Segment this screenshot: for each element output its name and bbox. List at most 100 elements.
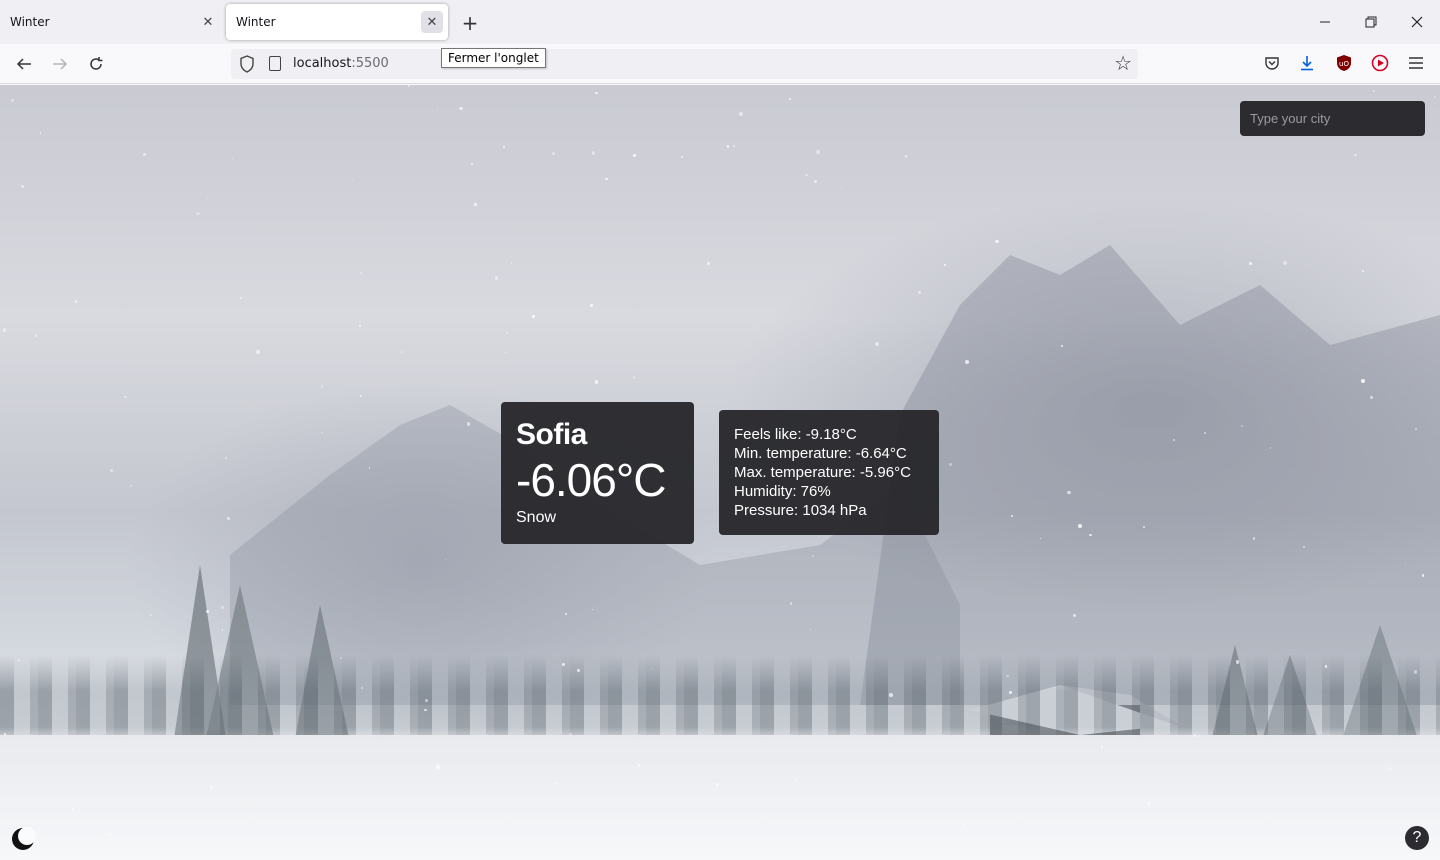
minimize-icon	[1320, 21, 1330, 23]
snowflake	[1248, 261, 1252, 265]
snowflake	[874, 341, 879, 346]
theme-toggle-button[interactable]	[11, 827, 36, 851]
close-icon[interactable]: ✕	[197, 11, 219, 33]
snowflake	[1324, 665, 1327, 668]
snowflake	[1009, 691, 1012, 694]
snowflake	[221, 629, 223, 631]
star-icon[interactable]: ☆	[1114, 51, 1132, 75]
snowflake	[738, 112, 743, 116]
snowflake	[240, 297, 242, 299]
snowflake	[474, 203, 478, 206]
current-temperature: -6.06°C	[516, 454, 666, 506]
tab-title: Winter	[236, 15, 276, 29]
snowflake	[1361, 379, 1365, 384]
snowflake	[407, 85, 410, 88]
pocket-icon[interactable]	[1262, 53, 1282, 73]
snowflake	[944, 264, 946, 266]
weather-details-card: Feels like: -9.18°C Min. temperature: -6…	[719, 410, 939, 535]
snowflake	[18, 659, 20, 662]
snowflake	[1192, 734, 1196, 737]
snowflake	[1100, 745, 1103, 748]
snowflake	[320, 385, 323, 388]
forward-button[interactable]	[46, 50, 74, 78]
restore-button[interactable]	[1348, 0, 1394, 44]
hamburger-menu-icon[interactable]	[1406, 53, 1426, 73]
snowflake	[1240, 424, 1243, 428]
snowflake	[108, 834, 111, 837]
snowflake	[1252, 537, 1255, 540]
download-icon[interactable]	[1297, 53, 1317, 73]
snowflake	[34, 334, 38, 337]
help-button[interactable]: ?	[1405, 826, 1429, 850]
forward-arrow-icon	[53, 58, 68, 70]
snowflake	[256, 350, 260, 354]
snowflake	[591, 151, 596, 155]
page-icon[interactable]	[269, 56, 281, 71]
svg-text:uO: uO	[1339, 60, 1349, 68]
close-window-button[interactable]	[1394, 0, 1440, 44]
snowflake	[424, 698, 428, 702]
close-tab-button[interactable]: ✕	[421, 11, 443, 33]
play-icon[interactable]	[1370, 53, 1390, 73]
close-icon	[1411, 16, 1423, 28]
shield-icon[interactable]	[239, 54, 255, 74]
close-tab-tooltip: Fermer l'onglet	[441, 48, 546, 68]
snowflake	[1362, 269, 1365, 272]
humidity: Humidity: 76%	[734, 483, 831, 500]
restore-icon	[1365, 16, 1377, 28]
snowflake	[1421, 574, 1425, 577]
snowflake	[576, 669, 580, 673]
snowflake	[74, 300, 78, 303]
snowflake	[444, 558, 446, 560]
moon-icon	[12, 827, 36, 850]
page-viewport: Sofia -6.06°C Snow Feels like: -9.18°C M…	[0, 85, 1440, 860]
snowflake	[562, 662, 566, 666]
pressure: Pressure: 1034 hPa	[734, 502, 867, 519]
forest-treeline	[0, 655, 1440, 745]
snowflake	[358, 324, 361, 328]
snowflake	[142, 152, 146, 156]
snowflake	[1413, 670, 1418, 674]
url-bar[interactable]: localhost:5500 ☆	[231, 49, 1138, 79]
new-tab-button[interactable]: +	[458, 11, 482, 35]
minimize-button[interactable]	[1302, 0, 1348, 44]
city-name: Sofia	[516, 418, 587, 451]
snowflake	[809, 628, 811, 630]
snowflake	[565, 613, 567, 615]
snowflake	[321, 431, 323, 434]
snowflake	[339, 657, 342, 659]
city-search-input[interactable]	[1240, 101, 1425, 136]
snowflake	[359, 271, 362, 274]
snowflake	[1415, 428, 1417, 430]
snowflake	[699, 438, 701, 440]
snowflake	[595, 91, 598, 94]
reload-button[interactable]	[82, 50, 110, 78]
max-temperature: Max. temperature: -5.96°C	[734, 464, 911, 481]
snowflake	[1388, 767, 1392, 770]
navigation-bar: localhost:5500 ☆ Fermer l'onglet	[0, 44, 1440, 84]
snowflake	[1433, 95, 1436, 98]
url-text[interactable]: localhost:5500	[293, 56, 389, 71]
snowflake	[949, 463, 952, 467]
snowflake	[205, 609, 209, 613]
snowflake	[637, 764, 641, 767]
snowflake	[494, 275, 499, 280]
ublock-icon[interactable]: uO	[1334, 53, 1354, 73]
snowflake	[11, 98, 15, 102]
snowflake	[1143, 526, 1145, 528]
back-button[interactable]	[10, 50, 38, 78]
snowflake	[794, 778, 797, 781]
weather-main-card: Sofia -6.06°C Snow	[501, 402, 694, 544]
snowflake	[435, 764, 440, 769]
snowflake	[109, 468, 113, 472]
snowflake	[706, 262, 710, 266]
snowflake	[226, 516, 230, 520]
snowflake	[812, 555, 814, 558]
snowflake	[196, 211, 200, 216]
snowflake	[633, 153, 637, 157]
tab-winter-2[interactable]: Winter ✕	[226, 4, 448, 40]
snowflake	[964, 360, 969, 364]
tab-winter-1[interactable]: Winter ✕	[0, 0, 224, 44]
snowflake	[532, 315, 536, 318]
tab-title: Winter	[10, 15, 50, 29]
